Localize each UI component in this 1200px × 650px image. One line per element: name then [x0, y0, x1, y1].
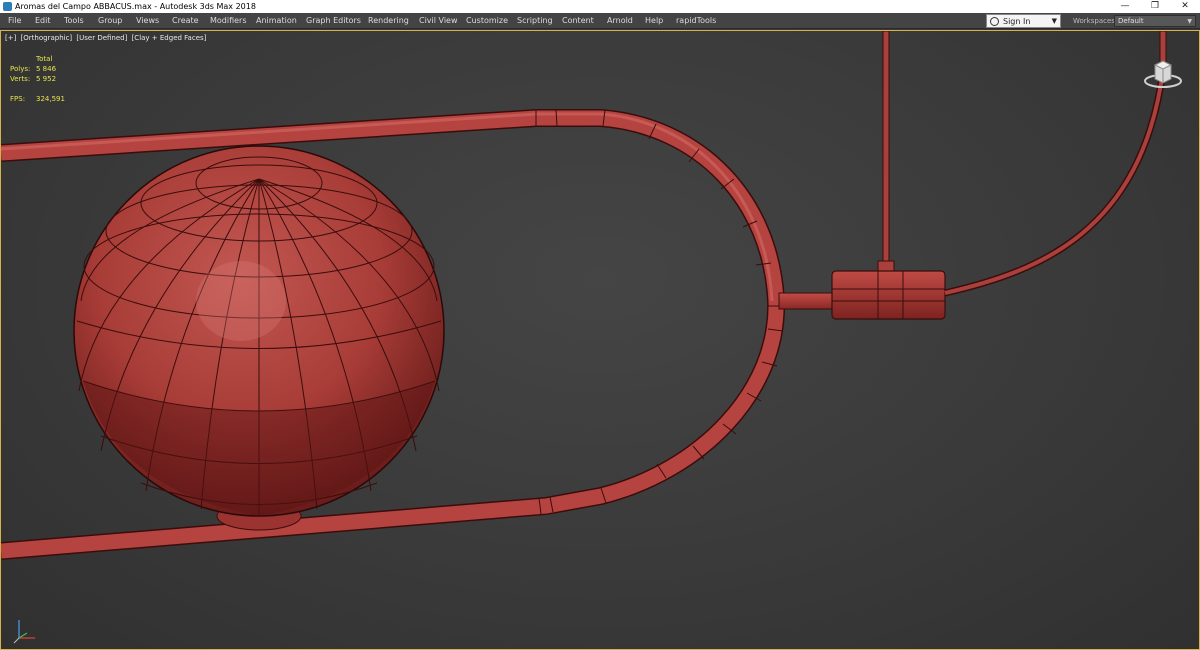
menu-tools[interactable]: Tools: [62, 13, 86, 29]
connector-pipe: [778, 292, 835, 310]
menu-help[interactable]: Help: [643, 13, 665, 29]
title-bar: Aromas del Campo ABBACUS.max - Autodesk …: [0, 0, 1200, 13]
menu-scripting[interactable]: Scripting: [515, 13, 555, 29]
vertical-rod: [882, 31, 890, 268]
chevron-down-icon: ▼: [1051, 17, 1057, 25]
scene-geometry[interactable]: [1, 31, 1200, 650]
sphere-mesh: [73, 145, 445, 517]
menu-civil-view[interactable]: Civil View: [417, 13, 460, 29]
fps-label: FPS:: [10, 95, 26, 103]
close-icon[interactable]: ✕: [1170, 0, 1200, 13]
viewport-stereo-mode[interactable]: [User Defined]: [76, 34, 127, 42]
workspace-select[interactable]: Default ▼: [1114, 15, 1196, 27]
perspective-viewport[interactable]: [+] [Orthographic] [User Defined] [Clay …: [0, 30, 1200, 650]
viewport-shading-mode[interactable]: [Clay + Edged Faces]: [132, 34, 207, 42]
sign-in-dropdown[interactable]: Sign In ▼: [986, 14, 1061, 28]
track-tube-segment-edges: [535, 109, 784, 515]
menu-arnold[interactable]: Arnold: [605, 13, 635, 29]
fps-value: 324,591: [36, 95, 65, 103]
menu-rendering[interactable]: Rendering: [366, 13, 411, 29]
window-title: Aromas del Campo ABBACUS.max - Autodesk …: [15, 2, 256, 11]
workspace-value: Default: [1118, 17, 1144, 25]
verts-label: Verts:: [10, 75, 31, 83]
horizontal-cylinder: [831, 270, 946, 320]
stats-header: Total: [36, 55, 53, 63]
menu-group[interactable]: Group: [96, 13, 124, 29]
sign-in-label: Sign In: [1003, 17, 1031, 26]
verts-value: 5 952: [36, 75, 57, 83]
polys-label: Polys:: [10, 65, 31, 73]
menu-modifiers[interactable]: Modifiers: [208, 13, 249, 29]
axis-tripod-icon: [13, 620, 35, 644]
menu-rapidtools[interactable]: rapidTools: [674, 13, 718, 29]
chevron-down-icon: ▼: [1187, 18, 1192, 25]
minimize-icon[interactable]: —: [1110, 0, 1140, 13]
viewport-label-menu[interactable]: [+] [Orthographic] [User Defined] [Clay …: [5, 34, 208, 42]
menu-customize[interactable]: Customize: [464, 13, 510, 29]
user-icon: [990, 17, 999, 26]
3ds-max-app-icon[interactable]: [3, 2, 12, 11]
menu-views[interactable]: Views: [134, 13, 161, 29]
workspaces-label: Workspaces:: [1073, 17, 1118, 25]
menu-animation[interactable]: Animation: [254, 13, 299, 29]
menu-create[interactable]: Create: [170, 13, 201, 29]
viewcube-icon[interactable]: [1141, 51, 1185, 95]
menu-edit[interactable]: Edit: [33, 13, 53, 29]
viewport-general-menu[interactable]: [+]: [5, 34, 16, 42]
viewport-point-of-view[interactable]: [Orthographic]: [21, 34, 73, 42]
menu-graph-editors[interactable]: Graph Editors: [304, 13, 363, 29]
maximize-icon[interactable]: ❐: [1140, 0, 1170, 13]
polys-value: 5 846: [36, 65, 57, 73]
menu-file[interactable]: File: [6, 13, 23, 29]
cable-curve: [944, 70, 1167, 297]
menu-content[interactable]: Content: [560, 13, 596, 29]
